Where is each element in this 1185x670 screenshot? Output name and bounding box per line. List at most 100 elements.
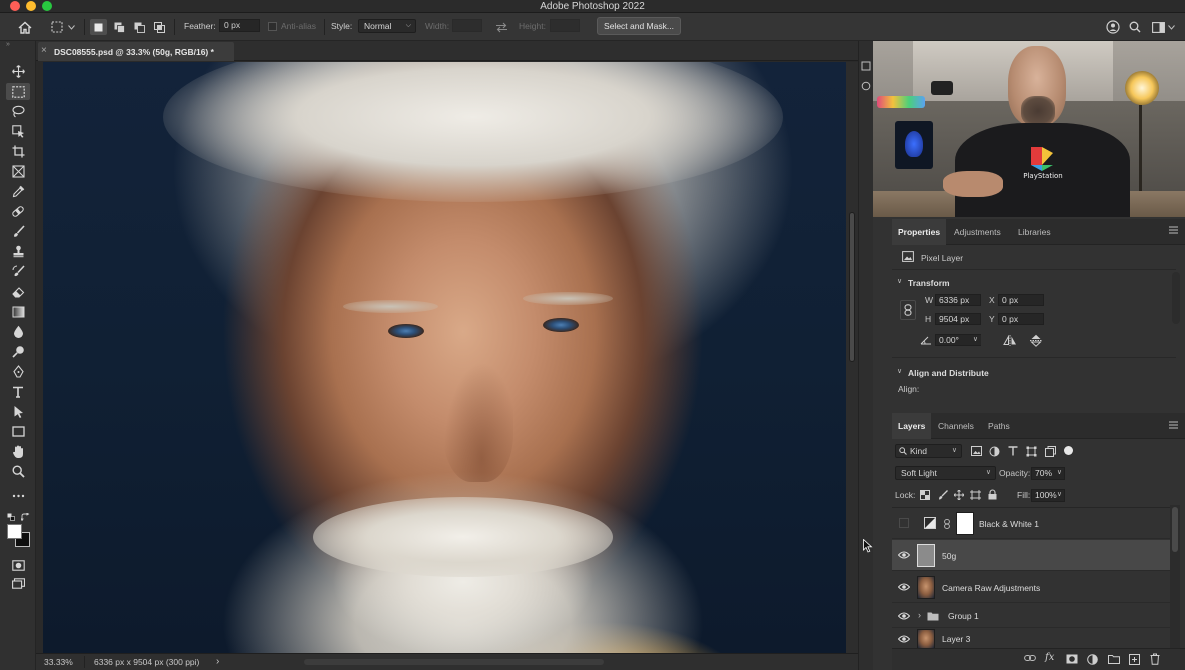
filter-toggle-icon[interactable] [1064, 446, 1073, 455]
type-icon[interactable] [6, 383, 30, 400]
share-person-icon[interactable] [1104, 19, 1122, 35]
new-group-icon[interactable] [1108, 654, 1120, 664]
filter-smart-object-icon[interactable] [1045, 446, 1056, 457]
align-chevron-icon[interactable]: ∨ [897, 367, 902, 375]
delete-layer-icon[interactable] [1150, 653, 1161, 665]
lasso-icon[interactable] [6, 103, 30, 120]
eye-icon[interactable] [898, 611, 910, 622]
preset-chevron-down-icon[interactable] [66, 21, 76, 33]
color-panel-icon[interactable] [861, 81, 871, 91]
crop-icon[interactable] [6, 143, 30, 160]
add-selection-icon[interactable] [111, 19, 128, 35]
workspace-icon[interactable] [1149, 19, 1167, 35]
lock-artboard-icon[interactable] [970, 490, 981, 500]
fill-input[interactable]: 100% ∨ [1031, 489, 1065, 502]
status-chevron-icon[interactable]: › [216, 656, 219, 668]
transform-chevron-icon[interactable]: ∨ [897, 277, 902, 285]
layer-mask-thumbnail[interactable] [956, 512, 974, 535]
transform-width-input[interactable]: 6336 px [935, 294, 981, 306]
fill-chevron-down-icon[interactable]: ∨ [1057, 490, 1062, 500]
select-and-mask-button[interactable]: Select and Mask... [597, 17, 681, 35]
properties-scrollbar[interactable] [1172, 272, 1180, 324]
layer-fx-icon[interactable]: fx [1045, 652, 1059, 665]
add-mask-icon[interactable] [1066, 654, 1078, 664]
opacity-input[interactable]: 70% ∨ [1031, 467, 1065, 480]
lock-transparent-pixels-icon[interactable] [920, 490, 930, 500]
subtract-selection-icon[interactable] [131, 19, 148, 35]
transform-y-input[interactable]: 0 px [998, 313, 1044, 325]
canvas-portrait-image[interactable] [43, 62, 846, 653]
hand-icon[interactable] [6, 443, 30, 460]
transform-height-input[interactable]: 9504 px [935, 313, 981, 325]
dodge-icon[interactable] [6, 343, 30, 360]
opacity-chevron-down-icon[interactable]: ∨ [1057, 468, 1062, 478]
transform-title[interactable]: Transform [908, 278, 950, 288]
transform-x-input[interactable]: 0 px [998, 294, 1044, 306]
feather-input[interactable]: 0 px [219, 19, 260, 32]
marquee-icon[interactable] [6, 83, 30, 100]
swap-dimensions-icon[interactable] [493, 20, 509, 34]
lock-position-icon[interactable] [954, 490, 964, 500]
home-icon[interactable] [16, 19, 34, 35]
screen-mode-icon[interactable] [6, 575, 30, 592]
brush-icon[interactable] [6, 223, 30, 240]
layer-row-black-white[interactable]: Black & White 1 [892, 508, 1170, 539]
eyedropper-icon[interactable] [6, 183, 30, 200]
group-expand-chevron-icon[interactable]: › [918, 610, 921, 620]
tab-adjustments[interactable]: Adjustments [948, 219, 1007, 245]
quick-mask-icon[interactable] [6, 557, 30, 574]
new-adjustment-layer-icon[interactable] [1087, 654, 1098, 665]
scrollbar-thumb[interactable] [849, 212, 855, 362]
search-icon[interactable] [1127, 19, 1143, 35]
frame-icon[interactable] [6, 163, 30, 180]
layers-scrollbar[interactable] [1170, 505, 1180, 650]
tab-properties[interactable]: Properties [892, 219, 947, 245]
tab-layers[interactable]: Layers [892, 413, 932, 439]
width-input[interactable] [452, 19, 482, 32]
zoom-icon[interactable] [6, 463, 30, 480]
eraser-icon[interactable] [6, 283, 30, 300]
angle-chevron-down-icon[interactable]: ∨ [973, 335, 978, 345]
anti-alias-checkbox[interactable] [268, 22, 277, 31]
more-tools-icon[interactable] [6, 487, 30, 504]
filter-type-icon[interactable] [1008, 446, 1018, 457]
tab-channels[interactable]: Channels [932, 413, 980, 439]
filter-shape-icon[interactable] [1026, 446, 1037, 457]
history-panel-icon[interactable] [861, 61, 871, 71]
blend-mode-select[interactable]: Soft Light ∨ [895, 466, 996, 480]
eye-icon[interactable] [898, 634, 910, 645]
healing-brush-icon[interactable] [6, 203, 30, 220]
intersect-selection-icon[interactable] [151, 19, 168, 35]
pen-icon[interactable] [6, 363, 30, 380]
layer-filter-kind-select[interactable]: Kind ∨ [895, 444, 962, 458]
align-distribute-title[interactable]: Align and Distribute [908, 368, 989, 378]
layer-row-camera-raw[interactable]: Camera Raw Adjustments [892, 572, 1170, 603]
layer-row-group-1[interactable]: › Group 1 [892, 604, 1170, 628]
new-selection-icon[interactable] [90, 19, 107, 35]
marquee-preset-icon[interactable] [50, 20, 64, 34]
foreground-color-swatch[interactable] [7, 524, 22, 539]
scrollbar-thumb[interactable] [1172, 507, 1178, 552]
filter-pixel-icon[interactable] [971, 446, 982, 456]
object-select-icon[interactable] [6, 123, 30, 140]
flip-vertical-icon[interactable] [1030, 334, 1042, 347]
canvas-vertical-scrollbar[interactable] [846, 62, 858, 653]
lock-all-icon[interactable] [988, 489, 997, 500]
new-layer-icon[interactable] [1129, 654, 1140, 665]
toolbar-collapse-icon[interactable]: » [6, 41, 30, 49]
eye-icon[interactable] [898, 550, 910, 561]
filter-adjustment-icon[interactable] [989, 446, 1000, 457]
flip-horizontal-icon[interactable] [1003, 335, 1017, 346]
stamp-icon[interactable] [6, 243, 30, 260]
visibility-toggle-hidden[interactable] [899, 518, 909, 528]
angle-input[interactable]: 0.00° ∨ [935, 334, 981, 346]
properties-menu-icon[interactable] [1169, 226, 1179, 236]
workspace-chevron-icon[interactable] [1166, 21, 1176, 33]
eye-icon[interactable] [898, 582, 910, 593]
layers-menu-icon[interactable] [1169, 421, 1179, 431]
tab-libraries[interactable]: Libraries [1012, 219, 1057, 245]
horizontal-scrollbar-thumb[interactable] [304, 659, 604, 665]
close-tab-icon[interactable]: × [41, 45, 47, 57]
lock-image-pixels-icon[interactable] [938, 490, 948, 500]
rectangle-icon[interactable] [6, 423, 30, 440]
